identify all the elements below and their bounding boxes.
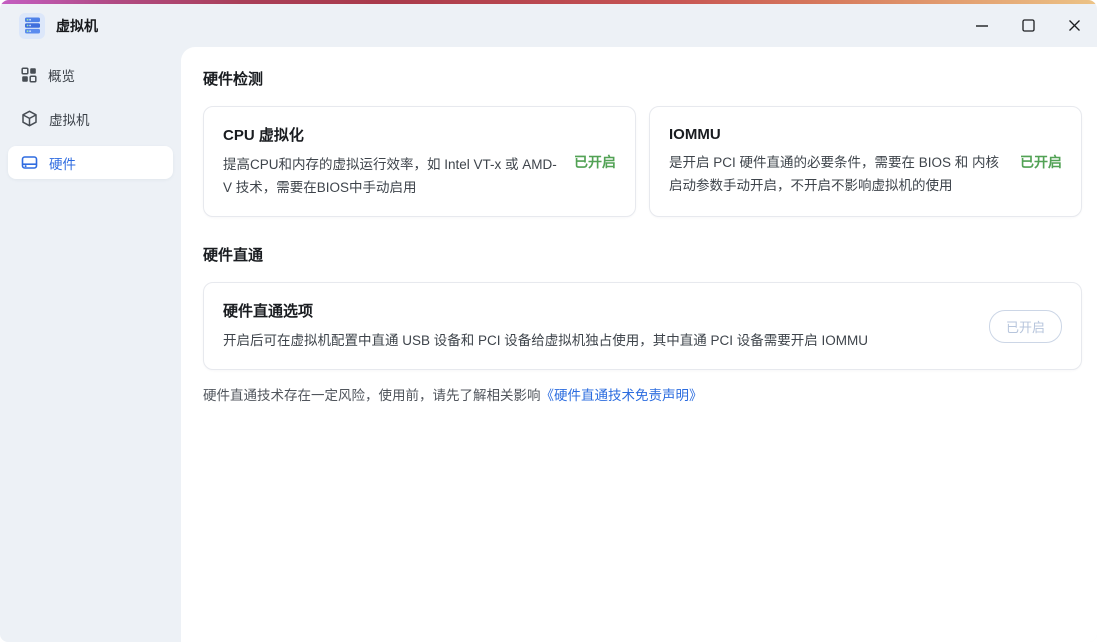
app-logo (19, 12, 45, 39)
passthrough-enabled-button[interactable]: 已开启 (988, 309, 1062, 343)
card-description: 是开启 PCI 硬件直通的必要条件，需要在 BIOS 和 内核启动参数手动开启，… (669, 155, 1000, 193)
close-icon (1068, 19, 1081, 32)
status-badge: 已开启 (574, 153, 616, 170)
maximize-button[interactable] (1005, 4, 1051, 47)
sidebar-item-label: 虚拟机 (49, 112, 90, 128)
card-body: CPU 虚拟化 提高CPU和内存的虚拟运行效率，如 Intel VT-x 或 A… (223, 124, 560, 199)
card-description: 开启后可在虚拟机配置中直通 USB 设备和 PCI 设备给虚拟机独占使用，其中直… (223, 333, 869, 348)
card-description: 提高CPU和内存的虚拟运行效率，如 Intel VT-x 或 AMD-V 技术，… (223, 157, 557, 195)
window-controls (959, 4, 1097, 47)
sidebar-item-overview[interactable]: 概览 (8, 58, 173, 91)
card-title: 硬件直通选项 (223, 303, 314, 320)
sidebar-item-label: 概览 (48, 68, 75, 84)
maximize-icon (1021, 19, 1035, 32)
sidebar: 概览 虚拟机 硬件 (0, 47, 181, 642)
card-body: IOMMU 是开启 PCI 硬件直通的必要条件，需要在 BIOS 和 内核启动参… (669, 126, 1006, 197)
card-title: CPU 虚拟化 (223, 127, 304, 144)
card-body: 硬件直通选项 开启后可在虚拟机配置中直通 USB 设备和 PCI 设备给虚拟机独… (223, 300, 973, 352)
section-heading-detection: 硬件检测 (203, 71, 264, 88)
disclaimer-link[interactable]: 《硬件直通技术免责声明》 (541, 388, 703, 403)
grid-icon (21, 66, 37, 83)
minimize-icon (975, 19, 989, 33)
app-title: 虚拟机 (56, 17, 98, 34)
card-iommu: IOMMU 是开启 PCI 硬件直通的必要条件，需要在 BIOS 和 内核启动参… (649, 106, 1082, 217)
card-cpu-virtualization: CPU 虚拟化 提高CPU和内存的虚拟运行效率，如 Intel VT-x 或 A… (203, 106, 636, 217)
card-passthrough-options: 硬件直通选项 开启后可在虚拟机配置中直通 USB 设备和 PCI 设备给虚拟机独… (203, 282, 1082, 370)
titlebar: 虚拟机 (0, 4, 1097, 47)
minimize-button[interactable] (959, 4, 1005, 47)
cube-icon (21, 110, 38, 127)
sidebar-item-label: 硬件 (49, 156, 76, 172)
main-content: 硬件检测 CPU 虚拟化 提高CPU和内存的虚拟运行效率，如 Intel VT-… (181, 47, 1097, 642)
app-window: 虚拟机 概览 虚拟机 硬件 硬件检测 CPU 虚拟化 提高CPU和内存的虚拟运行… (0, 0, 1097, 642)
sidebar-item-vm[interactable]: 虚拟机 (8, 102, 173, 135)
detection-cards-row: CPU 虚拟化 提高CPU和内存的虚拟运行效率，如 Intel VT-x 或 A… (203, 106, 1082, 217)
risk-notice: 硬件直通技术存在一定风险，使用前，请先了解相关影响《硬件直通技术免责声明》 (203, 384, 1082, 404)
drive-icon (21, 154, 38, 171)
sidebar-item-hardware[interactable]: 硬件 (8, 146, 173, 179)
close-button[interactable] (1051, 4, 1097, 47)
section-heading-passthrough: 硬件直通 (203, 247, 264, 264)
risk-notice-text: 硬件直通技术存在一定风险，使用前，请先了解相关影响 (203, 388, 541, 403)
status-badge: 已开启 (1020, 153, 1062, 170)
server-stack-icon (24, 17, 41, 34)
card-title: IOMMU (669, 126, 721, 143)
